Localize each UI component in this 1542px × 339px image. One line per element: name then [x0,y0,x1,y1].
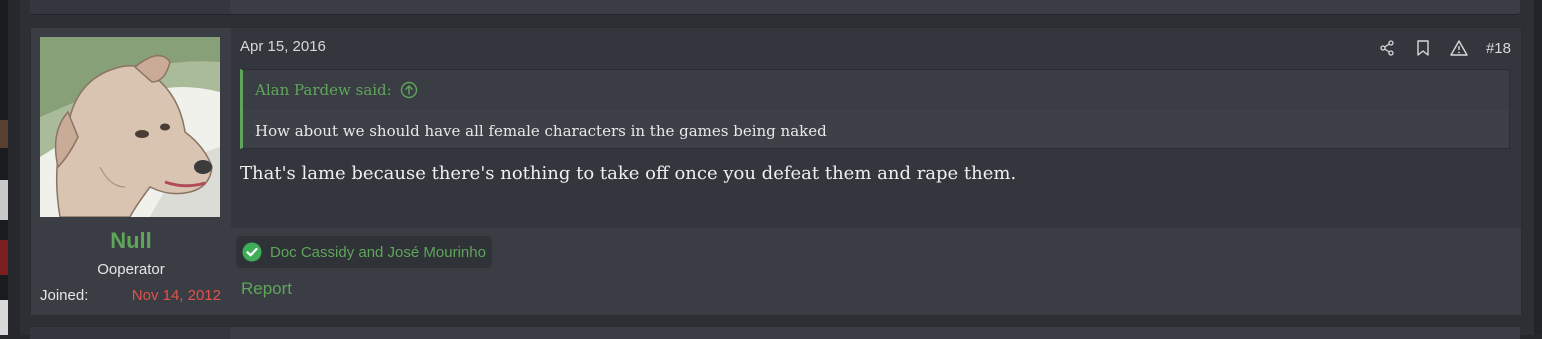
joined-label: Joined: [40,287,89,304]
post-number-link[interactable]: #18 [1486,40,1511,57]
arrow-up-circle-icon[interactable] [400,81,418,99]
page-left-edge [0,0,8,335]
user-title: Ooperator [97,261,165,278]
quote-text: How about we should have all female char… [255,122,827,140]
next-post-user-cell [30,327,230,339]
user-cell: Null Ooperator Joined: Nov 14, 2012 [31,28,231,315]
edge-strip [0,300,8,335]
report-link[interactable]: Report [241,279,292,299]
edge-strip [0,240,8,275]
report-warning-icon[interactable] [1450,39,1468,57]
quote-block: Alan Pardew said: How about we should ha… [240,69,1510,149]
bookmark-icon[interactable] [1414,39,1432,57]
page-right-edge [1534,0,1542,335]
reactions-bar[interactable]: Doc Cassidy and José Mourinho [236,236,492,268]
share-icon[interactable] [1378,39,1396,57]
post-message: Null Ooperator Joined: Nov 14, 2012 Apr … [30,27,1522,316]
edge-strip [0,120,8,148]
dog-avatar-image [40,37,220,217]
reaction-users[interactable]: Doc Cassidy and José Mourinho [270,244,486,261]
username[interactable]: Null [31,228,231,254]
post-main-cell: Apr 15, 2016 #18 Alan Pardew said: How a… [231,28,1521,315]
post-actions: #18 [1378,37,1511,59]
edge-strip [0,180,8,220]
post-body-area: Apr 15, 2016 #18 Alan Pardew said: How a… [231,28,1521,228]
next-post [30,326,1520,339]
post-date[interactable]: Apr 15, 2016 [240,38,326,55]
quote-header: Alan Pardew said: [243,70,1509,110]
thread-content: Null Ooperator Joined: Nov 14, 2012 Apr … [20,0,1534,339]
quote-author[interactable]: Alan Pardew said: [255,81,392,99]
previous-post-user-cell [30,0,230,14]
previous-post [30,0,1520,15]
avatar[interactable] [40,37,220,217]
joined-date: Nov 14, 2012 [131,287,221,304]
post-text: That's lame because there's nothing to t… [240,163,1017,184]
check-circle-icon [242,242,262,262]
